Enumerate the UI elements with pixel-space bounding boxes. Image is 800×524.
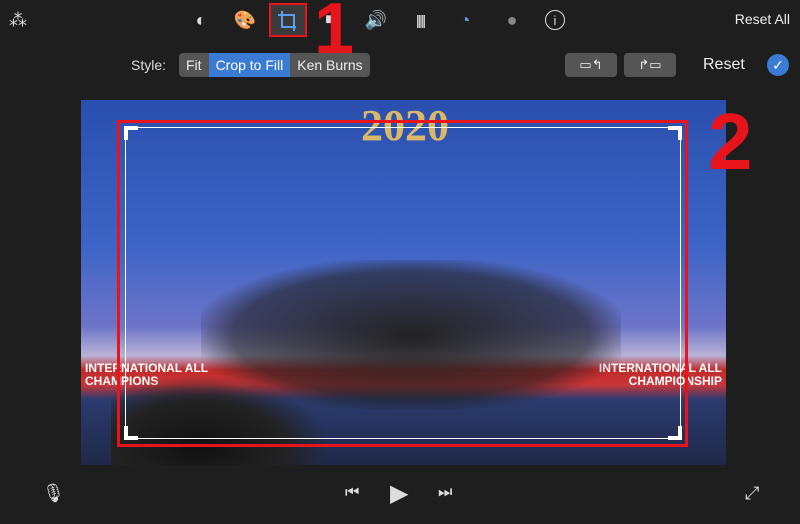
style-label: Style: <box>131 57 167 73</box>
microphone-icon[interactable]: 🎙 <box>42 483 65 504</box>
reset-button[interactable]: Reset <box>703 56 745 74</box>
fullscreen-icon[interactable]: ⤢ <box>745 483 759 504</box>
style-fit[interactable]: Fit <box>179 53 209 77</box>
magic-wand-icon[interactable]: ⁂ <box>6 8 30 32</box>
style-crop-to-fill[interactable]: Crop to Fill <box>208 53 291 77</box>
apply-checkmark-icon[interactable]: ✓ <box>767 54 789 76</box>
crop-handle-bottom-left[interactable] <box>124 426 138 440</box>
rotate-left-button[interactable]: ▭↰ <box>565 53 617 77</box>
skip-back-icon[interactable]: ⏮ <box>345 484 359 502</box>
volume-icon[interactable]: 🔊 <box>364 8 388 32</box>
annotation-number-2: 2 <box>708 97 753 186</box>
speed-icon[interactable]: ◔ <box>453 8 477 32</box>
annotation-number-1: 1 <box>314 0 355 69</box>
rotate-right-button[interactable]: ↱▭ <box>624 53 676 77</box>
reset-all-button[interactable]: Reset All <box>735 11 790 27</box>
rotate-left-icon: ▭↰ <box>579 57 603 72</box>
color-balance-icon[interactable]: ◐ <box>189 8 213 32</box>
info-icon[interactable]: i <box>543 8 567 32</box>
rotate-right-icon: ↱▭ <box>638 57 662 72</box>
filter-icon[interactable]: ● <box>500 8 524 32</box>
crop-button[interactable] <box>269 3 307 37</box>
equalizer-icon[interactable]: ||||| <box>408 8 432 32</box>
color-palette-icon[interactable]: 🎨 <box>233 8 257 32</box>
crop-handle-top-right[interactable] <box>668 126 682 140</box>
crop-handle-bottom-right[interactable] <box>668 426 682 440</box>
crop-rectangle[interactable] <box>124 126 682 440</box>
skip-forward-icon[interactable]: ⏭ <box>438 484 452 502</box>
crop-icon <box>278 11 296 31</box>
crop-handle-top-left[interactable] <box>124 126 138 140</box>
play-icon[interactable]: ▶ <box>390 479 408 508</box>
